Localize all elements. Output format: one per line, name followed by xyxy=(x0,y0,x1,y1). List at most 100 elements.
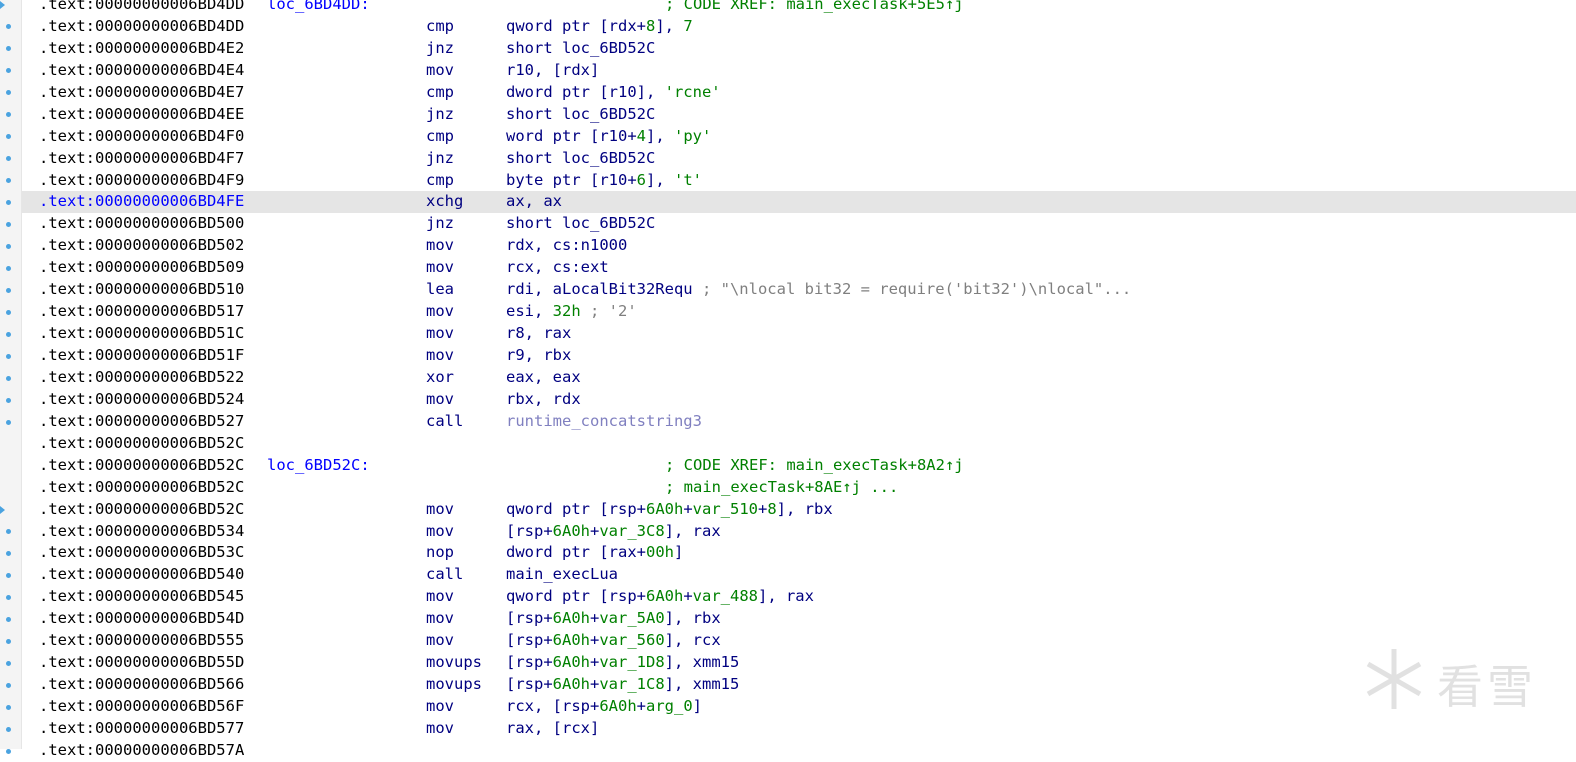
listing-row[interactable]: .text:00000000006BD577 mov rax, [rcx] xyxy=(22,718,1576,740)
listing-row[interactable]: .text:00000000006BD4E4 mov r10, [rdx] xyxy=(22,60,1576,82)
code-label[interactable]: loc_6BD4DD: xyxy=(267,0,370,16)
breakpoint-dot-icon[interactable] xyxy=(6,46,11,52)
operands[interactable]: main_execLua xyxy=(506,564,618,586)
operands[interactable]: rbx, rdx xyxy=(506,389,581,411)
breakpoint-dot-icon[interactable] xyxy=(6,24,11,30)
code-label[interactable]: loc_6BD52C: xyxy=(267,455,370,477)
listing-row[interactable]: .text:00000000006BD4F7 jnz short loc_6BD52… xyxy=(22,148,1576,170)
listing-row[interactable]: .text:00000000006BD545 mov qword ptr [rsp+… xyxy=(22,586,1576,608)
listing-row[interactable]: .text:00000000006BD502 mov rdx, cs:n1000 xyxy=(22,235,1576,257)
flow-arrow-icon[interactable] xyxy=(0,505,5,514)
listing-row[interactable]: .text:00000000006BD4E2 jnz short loc_6BD52… xyxy=(22,38,1576,60)
listing-row[interactable]: .text:00000000006BD4F9 cmp byte ptr [r10+6… xyxy=(22,170,1576,192)
listing-row[interactable]: .text:00000000006BD517 mov esi, 32h ; '2' xyxy=(22,301,1576,323)
breakpoint-dot-icon[interactable] xyxy=(6,529,11,535)
breakpoint-dot-icon[interactable] xyxy=(6,309,11,315)
breakpoint-dot-icon[interactable] xyxy=(6,68,11,74)
listing-row[interactable]: .text:00000000006BD522 xor eax, eax xyxy=(22,367,1576,389)
operands[interactable]: qword ptr [rsp+6A0h+var_488], rax xyxy=(506,586,814,608)
operands[interactable]: [rsp+6A0h+var_1D8], xmm15 xyxy=(506,652,739,674)
breakpoint-dot-icon[interactable] xyxy=(6,265,11,271)
operands[interactable]: r8, rax xyxy=(506,323,571,345)
breakpoint-dot-icon[interactable] xyxy=(6,419,11,425)
operands[interactable]: r10, [rdx] xyxy=(506,60,599,82)
listing-row[interactable]: .text:00000000006BD4DD cmp qword ptr [rdx+… xyxy=(22,16,1576,38)
listing-row[interactable]: .text:00000000006BD510 lea rdi, aLocalBit3… xyxy=(22,279,1576,301)
operands[interactable]: rdi, aLocalBit32Requ ; "\nlocal bit32 = … xyxy=(506,279,1131,301)
operands[interactable]: rax, [rcx] xyxy=(506,718,599,740)
operands[interactable]: short loc_6BD52C xyxy=(506,104,655,126)
breakpoint-dot-icon[interactable] xyxy=(6,726,11,732)
operands[interactable]: eax, eax xyxy=(506,367,581,389)
operands[interactable]: esi, 32h ; '2' xyxy=(506,301,637,323)
listing-row[interactable]: .text:00000000006BD500 jnz short loc_6BD52… xyxy=(22,213,1576,235)
listing-row[interactable]: .text:00000000006BD4DD loc_6BD4DD: ; CODE … xyxy=(22,0,1576,16)
listing-row[interactable]: .text:00000000006BD527 call runtime_concat… xyxy=(22,411,1576,433)
listing-row-selected[interactable]: .text:00000000006BD4FE xchg ax, ax xyxy=(22,191,1576,214)
listing-row[interactable]: .text:00000000006BD566 movups [rsp+6A0h+va… xyxy=(22,674,1576,696)
breakpoint-dot-icon[interactable] xyxy=(6,353,11,359)
operands[interactable]: qword ptr [rsp+6A0h+var_510+8], rbx xyxy=(506,499,833,521)
operands[interactable]: rcx, cs:ext xyxy=(506,257,609,279)
breakpoint-dot-icon[interactable] xyxy=(6,595,11,601)
operands[interactable]: [rsp+6A0h+var_1C8], xmm15 xyxy=(506,674,739,696)
breakpoint-dot-icon[interactable] xyxy=(6,682,11,688)
breakpoint-dot-icon[interactable] xyxy=(6,375,11,381)
xref-comment[interactable]: ; main_execTask+8AE↑j ... xyxy=(665,477,898,499)
operands[interactable]: word ptr [r10+4], 'py' xyxy=(506,126,711,148)
breakpoint-dot-icon[interactable] xyxy=(6,134,11,140)
listing-row[interactable]: .text:00000000006BD509 mov rcx, cs:ext xyxy=(22,257,1576,279)
breakpoint-dot-icon[interactable] xyxy=(6,200,11,206)
operands[interactable]: rdx, cs:n1000 xyxy=(506,235,627,257)
operands[interactable]: byte ptr [r10+6], 't' xyxy=(506,170,702,192)
operands[interactable]: runtime_concatstring3 xyxy=(506,411,702,433)
listing-row[interactable]: .text:00000000006BD55D movups [rsp+6A0h+va… xyxy=(22,652,1576,674)
operands[interactable]: [rsp+6A0h+var_5A0], rbx xyxy=(506,608,721,630)
operands[interactable]: [rsp+6A0h+var_3C8], rax xyxy=(506,521,721,543)
breakpoint-dot-icon[interactable] xyxy=(6,660,11,666)
breakpoint-dot-icon[interactable] xyxy=(6,551,11,557)
breakpoint-dot-icon[interactable] xyxy=(6,287,11,293)
breakpoint-dot-icon[interactable] xyxy=(6,243,11,249)
listing-row[interactable]: .text:00000000006BD54D mov [rsp+6A0h+var_5… xyxy=(22,608,1576,630)
operands[interactable]: short loc_6BD52C xyxy=(506,148,655,170)
listing-row[interactable]: .text:00000000006BD524 mov rbx, rdx xyxy=(22,389,1576,411)
breakpoint-dot-icon[interactable] xyxy=(6,331,11,337)
operands[interactable]: r9, rbx xyxy=(506,345,571,367)
breakpoint-dot-icon[interactable] xyxy=(6,156,11,162)
operands[interactable]: dword ptr [r10], 'rcne' xyxy=(506,82,721,104)
breakpoint-dot-icon[interactable] xyxy=(6,704,11,710)
breakpoint-gutter[interactable] xyxy=(0,0,22,754)
listing-row[interactable]: .text:00000000006BD52C loc_6BD52C: ; CODE … xyxy=(22,455,1576,477)
breakpoint-dot-icon[interactable] xyxy=(6,90,11,96)
listing-row[interactable]: .text:00000000006BD51C mov r8, rax xyxy=(22,323,1576,345)
breakpoint-dot-icon[interactable] xyxy=(6,397,11,403)
operands[interactable]: rcx, [rsp+6A0h+arg_0] xyxy=(506,696,702,718)
listing-row[interactable]: .text:00000000006BD57A xyxy=(22,740,1576,762)
listing-row[interactable]: .text:00000000006BD540 call main_execLua xyxy=(22,564,1576,586)
disassembly-listing[interactable]: .text:00000000006BD4DD loc_6BD4DD: ; CODE … xyxy=(22,0,1576,762)
operands[interactable]: qword ptr [rdx+8], 7 xyxy=(506,16,693,38)
listing-row[interactable]: .text:00000000006BD52C mov qword ptr [rsp+… xyxy=(22,499,1576,521)
flow-arrow-icon[interactable] xyxy=(0,0,5,9)
listing-row[interactable]: .text:00000000006BD4EE jnz short loc_6BD52… xyxy=(22,104,1576,126)
operands[interactable]: short loc_6BD52C xyxy=(506,38,655,60)
listing-row[interactable]: .text:00000000006BD52C xyxy=(22,433,1576,455)
breakpoint-dot-icon[interactable] xyxy=(6,178,11,184)
breakpoint-dot-icon[interactable] xyxy=(6,112,11,118)
breakpoint-dot-icon[interactable] xyxy=(6,639,11,645)
listing-row[interactable]: .text:00000000006BD56F mov rcx, [rsp+6A0h+… xyxy=(22,696,1576,718)
listing-row[interactable]: .text:00000000006BD4F0 cmp word ptr [r10+4… xyxy=(22,126,1576,148)
operands[interactable]: short loc_6BD52C xyxy=(506,213,655,235)
listing-row[interactable]: .text:00000000006BD555 mov [rsp+6A0h+var_5… xyxy=(22,630,1576,652)
listing-row[interactable]: .text:00000000006BD53C nop dword ptr [rax+… xyxy=(22,542,1576,564)
xref-comment[interactable]: ; CODE XREF: main_execTask+8A2↑j xyxy=(665,455,964,477)
operands[interactable]: ax, ax xyxy=(506,191,562,213)
xref-comment[interactable]: ; CODE XREF: main_execTask+5E5↑j xyxy=(665,0,964,16)
listing-row[interactable]: .text:00000000006BD51F mov r9, rbx xyxy=(22,345,1576,367)
listing-row[interactable]: .text:00000000006BD534 mov [rsp+6A0h+var_3… xyxy=(22,521,1576,543)
breakpoint-dot-icon[interactable] xyxy=(6,573,11,579)
breakpoint-dot-icon[interactable] xyxy=(6,617,11,623)
breakpoint-dot-icon[interactable] xyxy=(6,221,11,227)
listing-row[interactable]: .text:00000000006BD4E7 cmp dword ptr [r10]… xyxy=(22,82,1576,104)
